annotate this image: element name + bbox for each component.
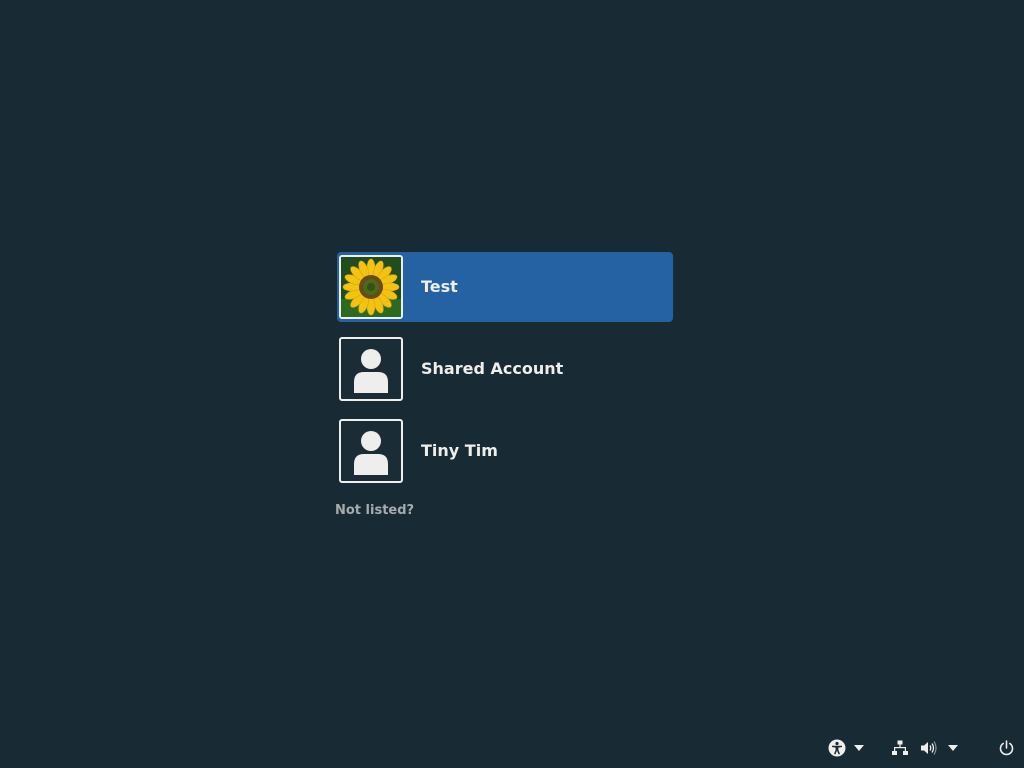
user-item-tiny-tim[interactable]: Tiny Tim xyxy=(337,416,673,486)
sunflower-avatar xyxy=(339,255,403,319)
accessibility-icon[interactable] xyxy=(827,738,847,758)
user-list: Test Shared Account Tiny Tim xyxy=(337,252,673,498)
user-icon xyxy=(354,349,388,393)
power-icon[interactable] xyxy=(997,738,1015,758)
user-avatar xyxy=(339,337,403,401)
user-avatar xyxy=(339,419,403,483)
user-item-shared-account[interactable]: Shared Account xyxy=(337,334,673,404)
chevron-down-icon[interactable] xyxy=(947,738,959,758)
volume-icon[interactable] xyxy=(919,738,937,758)
network-icon[interactable] xyxy=(891,738,909,758)
not-listed-link[interactable]: Not listed? xyxy=(335,503,414,518)
chevron-down-icon[interactable] xyxy=(853,738,865,758)
sunflower-image xyxy=(341,257,401,317)
user-name: Test xyxy=(421,277,458,296)
user-name: Shared Account xyxy=(421,359,564,378)
user-item-test[interactable]: Test xyxy=(337,252,673,322)
user-icon xyxy=(354,431,388,475)
user-name: Tiny Tim xyxy=(421,441,498,460)
